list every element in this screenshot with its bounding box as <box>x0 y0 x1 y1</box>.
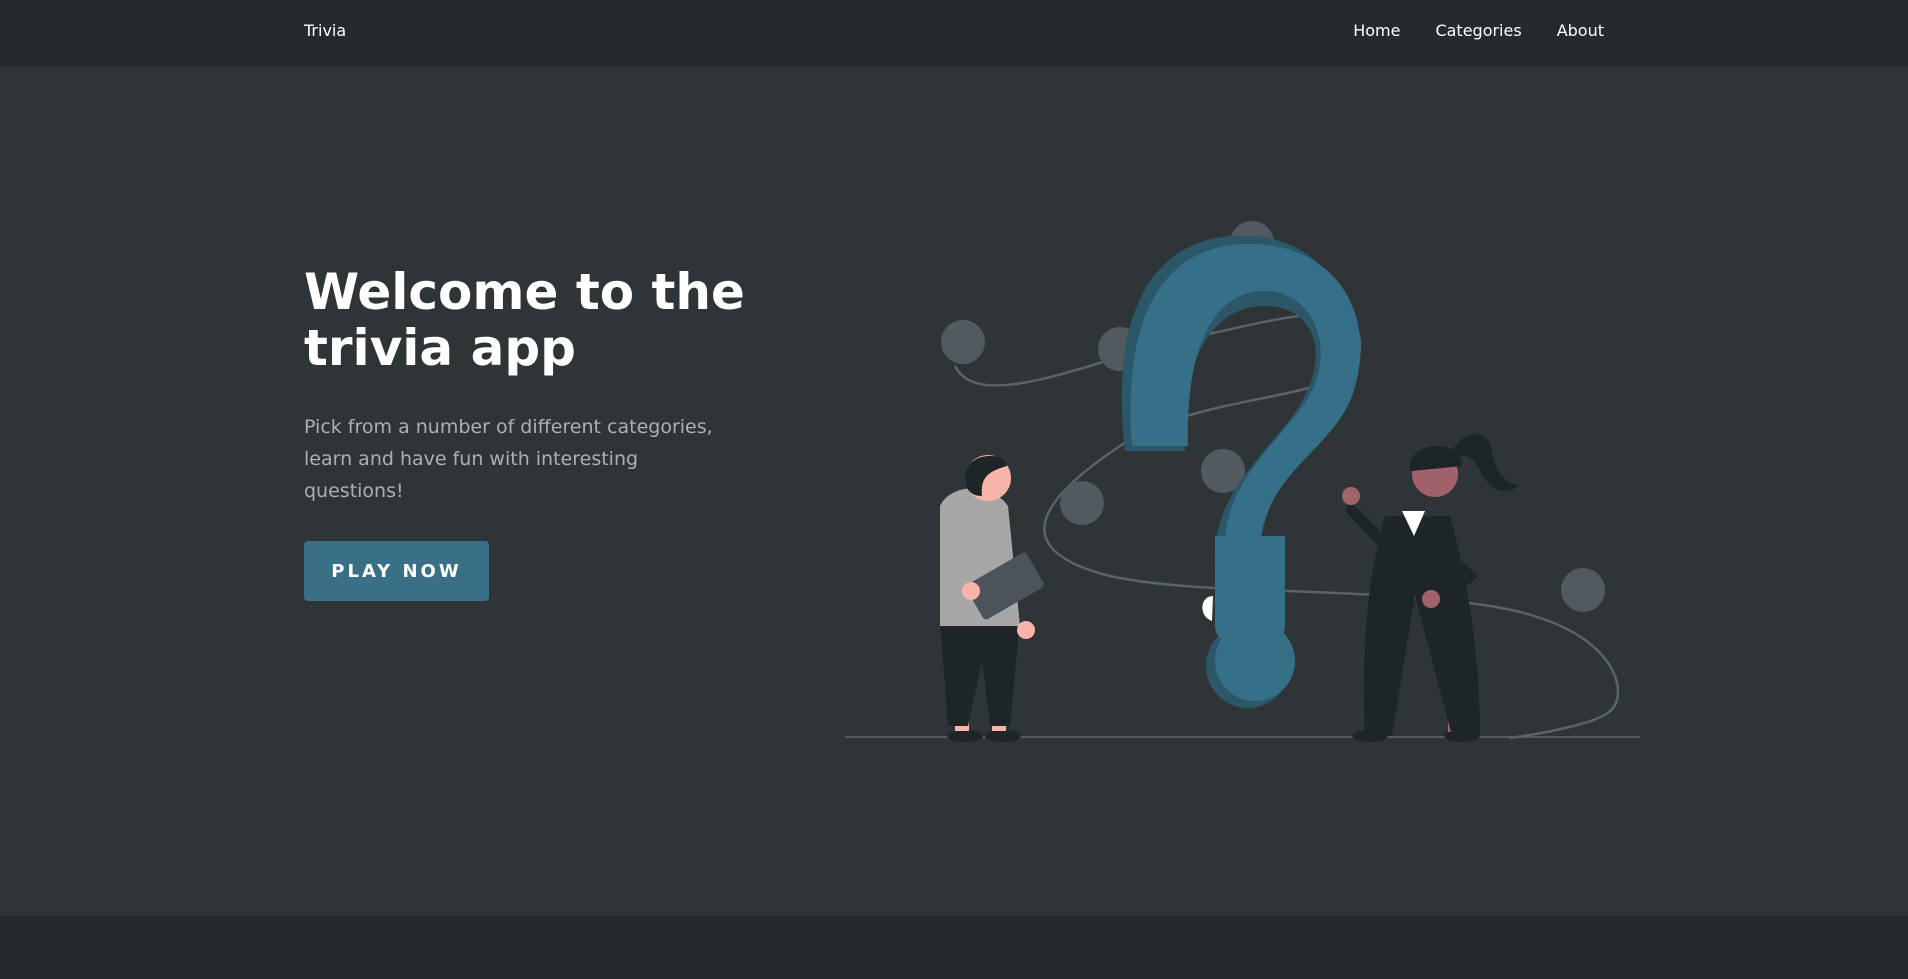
footer <box>0 916 1908 979</box>
top-navbar: Trivia Home Categories About <box>0 0 1908 66</box>
nav-link-home[interactable]: Home <box>1353 21 1400 40</box>
nav-link-about[interactable]: About <box>1557 21 1604 40</box>
nav-links: Home Categories About <box>1353 21 1604 40</box>
nav-link-categories[interactable]: Categories <box>1435 21 1521 40</box>
question-mark-illustration <box>845 221 1640 742</box>
hero-section: Welcome to the trivia app Pick from a nu… <box>0 66 1908 916</box>
hero-description: Pick from a number of different categori… <box>304 416 713 502</box>
play-now-button[interactable]: PLAY NOW <box>304 541 489 601</box>
brand-link[interactable]: Trivia <box>304 21 346 40</box>
hero-title: Welcome to the trivia app <box>304 263 745 377</box>
